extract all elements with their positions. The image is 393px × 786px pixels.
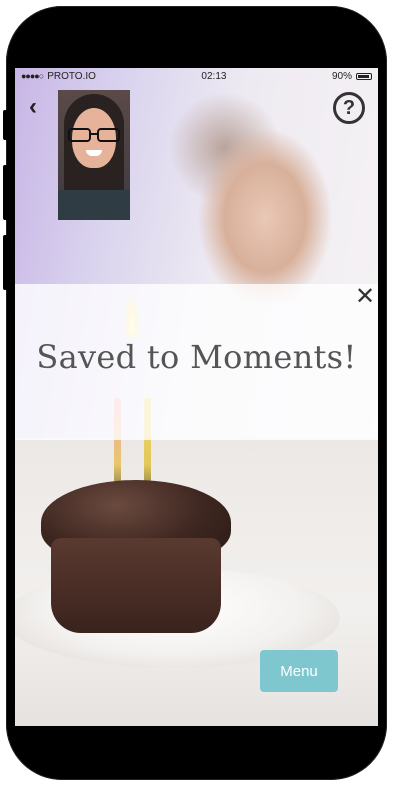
thumbnail-shirt bbox=[58, 190, 130, 220]
close-icon[interactable]: ✕ bbox=[355, 285, 375, 309]
battery-status: 90% bbox=[332, 71, 372, 82]
caller-video-thumbnail[interactable] bbox=[58, 90, 130, 220]
battery-percent: 90% bbox=[331, 70, 352, 82]
help-icon[interactable]: ? bbox=[333, 92, 365, 124]
battery-icon bbox=[355, 72, 372, 80]
app-screen: ●●●●○ PROTO.IO 02:13 90% ‹ ? ✕ Saved to … bbox=[15, 68, 378, 726]
status-bar: ●●●●○ PROTO.IO 02:13 90% bbox=[15, 68, 378, 84]
cupcake-base bbox=[51, 538, 221, 633]
volume-up-button bbox=[3, 165, 9, 220]
volume-down-button bbox=[3, 235, 9, 290]
menu-button[interactable]: Menu bbox=[260, 650, 338, 692]
carrier-label: PROTO.IO bbox=[47, 70, 96, 82]
carrier-signal: ●●●●○ PROTO.IO bbox=[21, 71, 96, 82]
saved-message: Saved to Moments! bbox=[36, 338, 357, 376]
back-icon[interactable]: ‹ bbox=[29, 95, 49, 119]
signal-icon: ●●●●○ bbox=[21, 71, 44, 81]
status-time: 02:13 bbox=[201, 70, 227, 82]
glasses-shape bbox=[68, 128, 120, 142]
mute-switch bbox=[3, 110, 9, 140]
